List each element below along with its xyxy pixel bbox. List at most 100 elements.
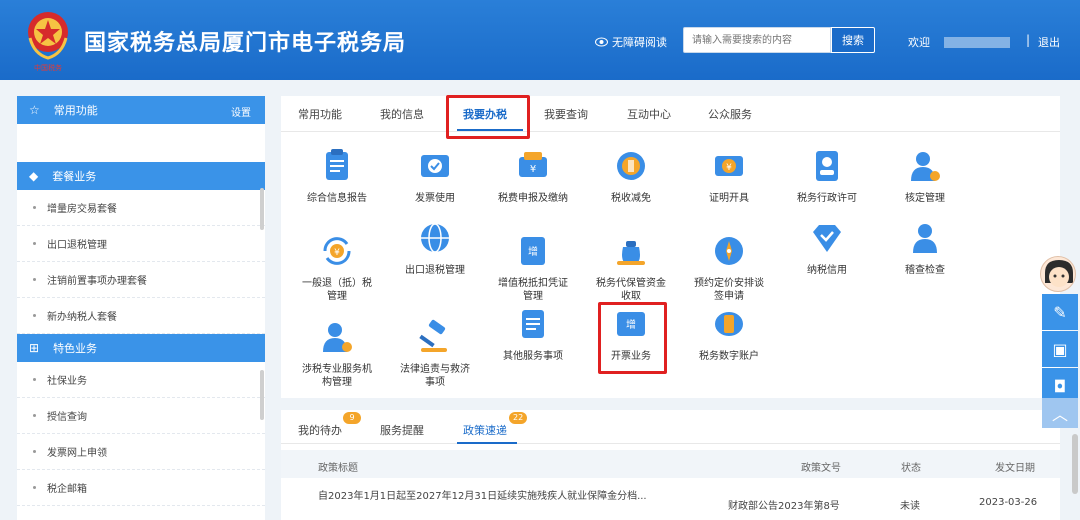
- service-label: 税务数字账户: [699, 351, 759, 362]
- service-export-refund[interactable]: 出口退税管理: [380, 220, 490, 277]
- assistant-avatar[interactable]: [1040, 256, 1076, 292]
- service-label: 税收减免: [611, 193, 651, 204]
- service-comprehensive-report[interactable]: 综合信息报告: [282, 148, 392, 205]
- service-tax-credit[interactable]: 纳税信用: [772, 220, 882, 277]
- tab-my-todo[interactable]: 我的待办: [298, 422, 342, 438]
- sidebar-item-package-2[interactable]: 出口退税管理: [17, 226, 265, 262]
- service-label: 纳税信用: [807, 265, 847, 276]
- search-button[interactable]: 搜索: [831, 27, 875, 53]
- inspector-icon: [913, 224, 937, 253]
- service-label: 一般退（抵）税 管理: [302, 278, 372, 302]
- svg-text:¥: ¥: [530, 164, 536, 175]
- id-card-icon: [816, 151, 838, 181]
- main-tabs: 常用功能 我的信息 我要办税 我要查询 互动中心 公众服务: [281, 96, 1060, 132]
- tab-query[interactable]: 我要查询: [544, 106, 588, 122]
- service-professional-agency[interactable]: 涉税专业服务机 构管理: [282, 306, 392, 402]
- policy-title[interactable]: 自2023年1月1日起至2027年12月31日延续实施残疾人就业保障金分档...: [318, 490, 648, 503]
- policy-count-badge: 22: [509, 412, 528, 424]
- bullet-icon: [33, 206, 36, 209]
- eye-icon: [595, 37, 608, 47]
- logout-link[interactable]: 退出: [1038, 34, 1060, 50]
- column-policy-title: 政策标题: [318, 463, 358, 474]
- diamond-check-icon: [813, 225, 841, 252]
- policy-date: 2023-03-26: [979, 497, 1038, 508]
- tab-public-service[interactable]: 公众服务: [708, 106, 752, 122]
- feedback-icon[interactable]: ✎: [1042, 294, 1078, 330]
- sidebar-item-special-4[interactable]: 税企邮箱: [17, 470, 265, 506]
- sidebar-item-label: 注销前置事项办理套餐: [47, 276, 147, 287]
- service-digital-account[interactable]: 税务数字账户: [674, 306, 784, 363]
- service-label: 增值税抵扣凭证 管理: [498, 278, 568, 302]
- grid-icon: ⊞: [29, 341, 40, 355]
- service-tax-declaration-payment[interactable]: ¥ 税费申报及缴纳: [478, 148, 588, 205]
- user-name-redacted: [944, 37, 1010, 48]
- service-label: 预约定价安排谈 签申请: [694, 278, 764, 302]
- welcome-label: 欢迎: [908, 36, 930, 49]
- table-header: 政策标题 政策文号 状态 发文日期: [281, 450, 1060, 478]
- bullet-icon: [33, 486, 36, 489]
- sidebar-item-label: 社保业务: [47, 376, 87, 387]
- service-other-matters[interactable]: 其他服务事项: [478, 306, 588, 363]
- sidebar-item-special-2[interactable]: 授信查询: [17, 398, 265, 434]
- service-invoice-use[interactable]: 发票使用: [380, 148, 490, 205]
- tab-common-functions[interactable]: 常用功能: [298, 106, 342, 122]
- tab-my-info[interactable]: 我的信息: [380, 106, 424, 122]
- star-icon: ☆: [29, 103, 40, 117]
- service-tax-reduction[interactable]: 税收减免: [576, 148, 686, 205]
- service-pricing-arrangement[interactable]: 预约定价安排谈 签申请: [674, 220, 784, 316]
- policy-doc-number: 财政部公告2023年第8号: [728, 501, 840, 512]
- tab-policy-express[interactable]: 政策速递: [463, 422, 507, 438]
- globe-icon: [421, 223, 449, 253]
- sidebar-item-special-1[interactable]: 社保业务: [17, 362, 265, 398]
- sidebar-item-label: 增量房交易套餐: [47, 204, 117, 215]
- service-assessment-management[interactable]: 核定管理: [870, 148, 980, 205]
- bullet-icon: [33, 278, 36, 281]
- sidebar-item-label: 出口退税管理: [47, 240, 107, 251]
- special-business-header: ⊞ 特色业务: [17, 334, 265, 362]
- sidebar-item-special-3[interactable]: 发票网上申领: [17, 434, 265, 470]
- settings-link[interactable]: 设置: [231, 104, 251, 119]
- sidebar-item-package-1[interactable]: 增量房交易套餐: [17, 190, 265, 226]
- sidebar-scrollbar-1[interactable]: [260, 188, 264, 230]
- tab-interaction-center[interactable]: 互动中心: [627, 106, 671, 122]
- page-scrollbar[interactable]: [1072, 434, 1078, 494]
- assistant-face-icon: [1045, 260, 1073, 287]
- service-administrative-license[interactable]: 税务行政许可: [772, 148, 882, 205]
- sidebar-item-label: 税企邮箱: [47, 484, 87, 495]
- compass-icon: [715, 237, 743, 265]
- service-label: 发票使用: [415, 193, 455, 204]
- service-general-refund[interactable]: ¥ 一般退（抵）税 管理: [282, 220, 392, 316]
- tax-emblem-icon: 中国税务: [28, 12, 68, 72]
- accessibility-label: 无障碍阅读: [612, 36, 667, 49]
- service-vat-deduction[interactable]: 增 增值税抵扣凭证 管理: [478, 220, 588, 316]
- sidebar-item-package-4[interactable]: 新办纳税人套餐: [17, 298, 265, 334]
- service-legal-remedy[interactable]: 法律追责与救济 事项: [380, 306, 490, 402]
- sidebar-item-label: 新办纳税人套餐: [47, 312, 117, 323]
- column-doc-number: 政策文号: [801, 463, 841, 474]
- notices-panel: 我的待办 9 服务提醒 政策速递 22 政策标题 政策文号 状态 发文日期 自2…: [281, 410, 1060, 520]
- service-audit-inspection[interactable]: 稽查检查: [870, 220, 980, 277]
- coin-stack-icon: [617, 152, 645, 180]
- notebook-icon[interactable]: ▣: [1042, 331, 1078, 367]
- service-label: 税费申报及缴纳: [498, 193, 568, 204]
- column-status: 状态: [901, 463, 921, 474]
- service-certificate-issue[interactable]: ¥ 证明开具: [674, 148, 784, 205]
- sidebar-item-package-3[interactable]: 注销前置事项办理套餐: [17, 262, 265, 298]
- tab-service-reminder[interactable]: 服务提醒: [380, 422, 424, 438]
- sidebar-scrollbar-2[interactable]: [260, 370, 264, 420]
- site-title: 国家税务总局厦门市电子税务局: [84, 31, 407, 56]
- service-label: 涉税专业服务机 构管理: [302, 364, 372, 388]
- bullet-icon: [33, 378, 36, 381]
- accessibility-link[interactable]: 无障碍阅读: [595, 34, 667, 50]
- ticket-check-icon: [421, 155, 449, 177]
- digital-coin-icon: [715, 312, 743, 336]
- vat-ticket-icon: 增: [521, 237, 545, 265]
- agent-gear-icon: [323, 323, 352, 352]
- back-to-top-icon[interactable]: ︿: [1042, 398, 1078, 428]
- service-label: 证明开具: [709, 193, 749, 204]
- gavel-icon: [419, 319, 447, 352]
- search-input[interactable]: [683, 27, 831, 53]
- todo-count-badge: 9: [343, 412, 361, 424]
- sidebar-item-label: 授信查询: [47, 412, 87, 423]
- wallet-yen-icon: ¥: [519, 152, 547, 177]
